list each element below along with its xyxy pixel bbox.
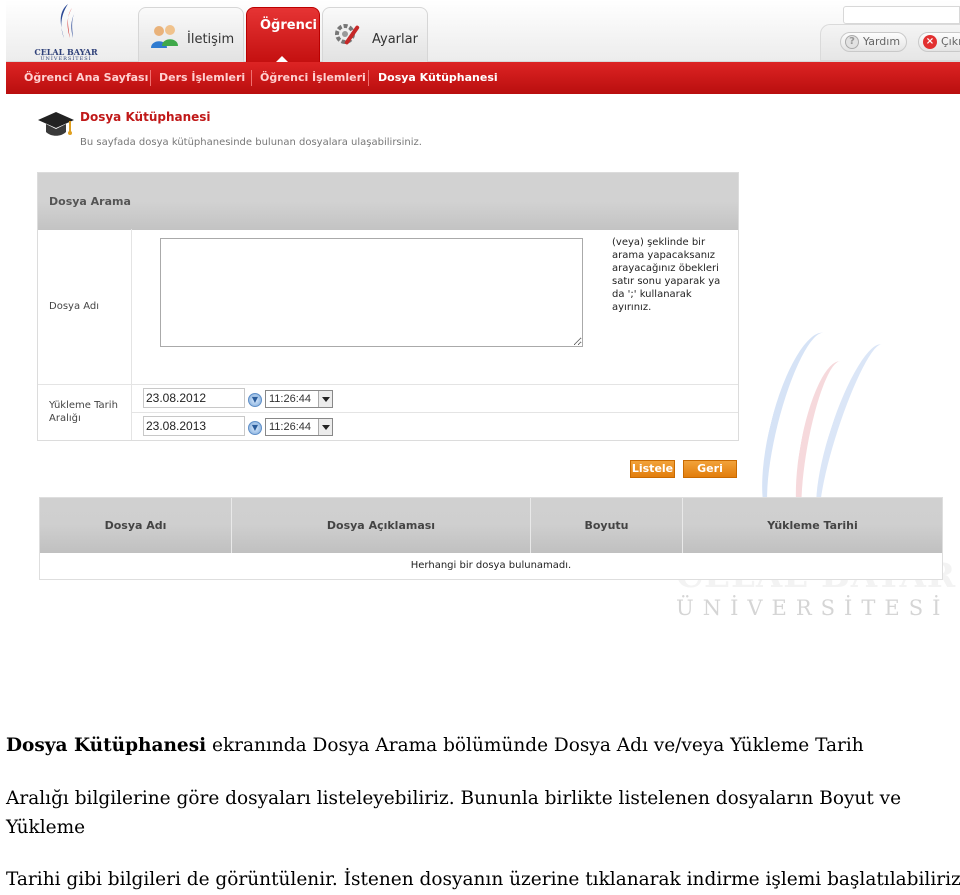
date-range-label-line2: Aralığı: [49, 413, 81, 424]
start-time-value: 11:26:44: [269, 393, 312, 405]
caption-line-2: Aralığı bilgilerine göre dosyaları liste…: [6, 788, 902, 809]
nav-item-ogrenci-ana-sayfasi[interactable]: Öğrenci Ana Sayfası: [24, 62, 148, 94]
nav-separator: [368, 70, 369, 86]
form-column-divider: [131, 229, 132, 440]
end-time-value: 11:26:44: [269, 421, 312, 433]
column-header-file-name[interactable]: Dosya Adı: [40, 498, 232, 553]
page-description: Bu sayfada dosya kütüphanesinde bulunan …: [80, 137, 422, 148]
empty-message: Herhangi bir dosya bulunamadı.: [410, 560, 572, 571]
tab-label: İletişim: [187, 32, 235, 47]
tab-label: Öğrenci: [260, 18, 318, 33]
file-name-label: Dosya Adı: [49, 301, 100, 312]
close-icon: ×: [923, 35, 937, 49]
tab-ayarlar[interactable]: Ayarlar: [322, 7, 428, 62]
form-row-divider: [131, 412, 738, 413]
settings-tools-icon: [335, 24, 360, 45]
help-label: Yardım: [863, 35, 901, 48]
logo-name: CELAL BAYAR: [34, 47, 98, 57]
exit-label: Çıkış: [941, 35, 960, 48]
page-title: Dosya Kütüphanesi: [80, 110, 211, 124]
tab-iletisim[interactable]: İletişim: [138, 7, 244, 62]
help-icon: ?: [845, 35, 859, 49]
back-button[interactable]: Geri Dön: [683, 460, 737, 491]
university-logo[interactable]: CELAL BAYAR ÜNİVERSİTESİ: [26, 2, 106, 62]
end-time-select[interactable]: 11:26:44: [265, 418, 333, 436]
list-button[interactable]: Listele: [630, 460, 675, 478]
calendar-dropdown-icon[interactable]: ▼: [248, 421, 262, 435]
search-hint: (veya) şeklinde bir arama yapacaksanız a…: [612, 237, 721, 313]
search-panel-header: Dosya Arama: [38, 173, 738, 230]
caption-line-3: Yükleme: [6, 817, 86, 838]
column-header-description[interactable]: Dosya Açıklaması: [232, 498, 531, 553]
caption-line-4: Tarihi gibi bilgileri de görüntülenir. İ…: [6, 869, 960, 890]
caption-line-1: Dosya Kütüphanesi ekranında Dosya Arama …: [6, 735, 864, 756]
dropdown-arrow-icon: [318, 391, 332, 407]
start-time-select[interactable]: 11:26:44: [265, 390, 333, 408]
flame-logo-icon: [60, 4, 75, 38]
search-panel-title: Dosya Arama: [49, 195, 131, 208]
dropdown-arrow-icon: [318, 419, 332, 435]
results-table: Dosya Adı Dosya Açıklaması Boyutu Yüklem…: [39, 497, 943, 580]
tab-ogrenci[interactable]: Öğrenci: [246, 7, 320, 63]
calendar-dropdown-icon[interactable]: ▼: [248, 393, 262, 407]
header-search-input[interactable]: [843, 6, 960, 24]
nav-item-dosya-kutuphanesi[interactable]: Dosya Kütüphanesi: [378, 62, 498, 94]
start-date-input[interactable]: 23.08.2012: [143, 388, 245, 408]
caption-line-1-text: ekranında Dosya Arama bölümünde Dosya Ad…: [206, 735, 864, 756]
column-header-size[interactable]: Boyutu: [531, 498, 683, 553]
graduation-cap-icon: [38, 112, 74, 136]
tab-label: Ayarlar: [372, 32, 418, 47]
column-header-upload-date[interactable]: Yükleme Tarihi: [683, 498, 942, 553]
nav-separator: [150, 70, 151, 86]
contacts-icon: [151, 25, 178, 48]
main-nav: Öğrenci Ana Sayfası Ders İşlemleri Öğren…: [6, 62, 960, 94]
date-range-label-line1: Yükleme Tarih: [49, 400, 118, 411]
nav-item-ogrenci-islemleri[interactable]: Öğrenci İşlemleri: [260, 62, 366, 94]
table-header-row: Dosya Adı Dosya Açıklaması Boyutu Yüklem…: [40, 498, 942, 553]
form-row-divider: [38, 384, 738, 385]
exit-button[interactable]: × Çıkış: [918, 32, 960, 52]
file-name-textarea[interactable]: [160, 238, 583, 347]
end-date-input[interactable]: 23.08.2013: [143, 416, 245, 436]
help-button[interactable]: ? Yardım: [840, 32, 907, 52]
nav-item-ders-islemleri[interactable]: Ders İşlemleri: [159, 62, 245, 94]
watermark-line2: ÜNİVERSİTESİ: [676, 596, 950, 620]
nav-separator: [251, 70, 252, 86]
caption-bold: Dosya Kütüphanesi: [6, 735, 207, 756]
